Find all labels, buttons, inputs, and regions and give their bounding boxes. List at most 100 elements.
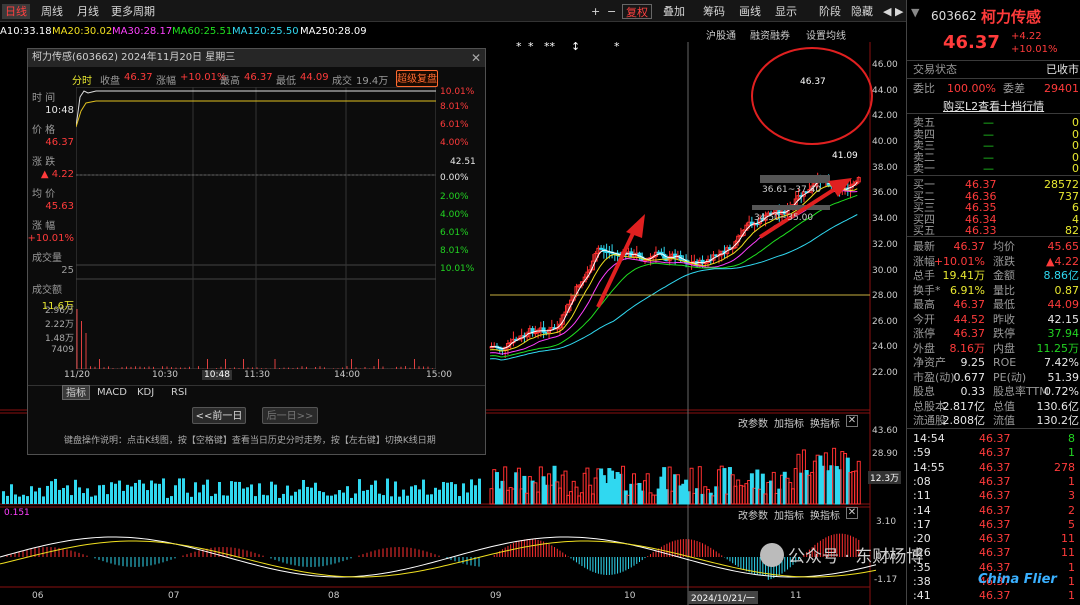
popup-tab-indicator[interactable]: 指标 bbox=[62, 385, 90, 400]
super-review-button[interactable]: 超级复盘 bbox=[396, 70, 438, 87]
popup-tab-rsi[interactable]: RSI bbox=[168, 385, 190, 400]
nav-arrows[interactable]: ◀ ▶ bbox=[880, 4, 906, 19]
stat-label: 最高 bbox=[913, 298, 935, 311]
intraday-popup[interactable]: 柯力传感(603662) 2024年11月20日 星期三 ✕ 分时 收盘 46.… bbox=[27, 48, 486, 455]
hsgt-label[interactable]: 沪股通 bbox=[706, 27, 736, 42]
price-tick: 28.00 bbox=[872, 291, 898, 301]
macd-close-icon[interactable]: ✕ bbox=[846, 507, 858, 519]
stat-value: ▲4.22 bbox=[1046, 254, 1079, 268]
volume-bar bbox=[82, 493, 85, 504]
tick-time: 14:54 bbox=[913, 432, 945, 445]
side-time: 10:48 bbox=[45, 105, 74, 116]
stock-name: 柯力传感 bbox=[981, 8, 1042, 26]
stat-label: PE(动) bbox=[993, 370, 1027, 384]
stat-label: 涨幅 bbox=[913, 254, 935, 268]
stock-code: 603662 bbox=[931, 9, 977, 23]
side-key: 时 间 bbox=[32, 93, 56, 104]
l2-link[interactable]: 购买L2查看十档行情 bbox=[943, 98, 1044, 114]
vol-edit-params[interactable]: 改参数 bbox=[738, 415, 768, 430]
volume-bar bbox=[10, 484, 13, 504]
ma120-label: MA120:25.50 bbox=[232, 26, 299, 37]
diff-label: 委差 bbox=[1003, 82, 1025, 95]
volume-bar bbox=[474, 485, 477, 504]
volume-bar bbox=[102, 484, 105, 504]
tab-more-periods[interactable]: 更多周期 bbox=[108, 4, 158, 19]
stat-value: 8.86亿 bbox=[1043, 269, 1080, 282]
tab-daily[interactable]: 日线 bbox=[2, 4, 30, 19]
tab-weekly[interactable]: 周线 bbox=[38, 4, 66, 19]
trend-arrow-1-head bbox=[626, 214, 645, 238]
side-key: 价 格 bbox=[32, 125, 56, 136]
collapse-icon[interactable]: ▼ bbox=[911, 6, 919, 19]
pct-base-price: 42.51 bbox=[450, 157, 476, 167]
macd-switch-indicator[interactable]: 换指标 bbox=[810, 507, 840, 522]
volume-bar bbox=[410, 486, 413, 504]
volume-panel-header: 改参数 加指标 换指标 ✕ bbox=[738, 415, 868, 430]
vol-switch-indicator[interactable]: 换指标 bbox=[810, 415, 840, 430]
side-key: 成交额 bbox=[32, 285, 62, 296]
overlay-button[interactable]: 叠加 bbox=[660, 4, 688, 19]
volume-bar bbox=[118, 480, 121, 504]
macd-panel-header: 改参数 加指标 换指标 ✕ bbox=[738, 507, 868, 522]
stat-value: 2.808亿 bbox=[942, 414, 986, 427]
stat-value: 45.65 bbox=[1047, 240, 1080, 253]
high-annotation: 46.37 bbox=[800, 77, 826, 87]
stat-value: 46.37 bbox=[953, 327, 986, 340]
stat-value: 11.25万 bbox=[1036, 341, 1080, 355]
zoom-out-button[interactable]: − bbox=[604, 4, 619, 19]
pct-tick: 4.00% bbox=[440, 210, 469, 220]
popup-close-icon[interactable]: ✕ bbox=[471, 51, 481, 65]
stat-label: 总手 bbox=[913, 269, 935, 282]
volume-bar bbox=[170, 496, 173, 504]
side-change: ▲ 4.22 bbox=[40, 169, 74, 180]
vol-close-icon[interactable]: ✕ bbox=[846, 415, 858, 427]
tick-price: 46.37 bbox=[979, 503, 1011, 517]
next-day-button[interactable]: 后一日>> bbox=[262, 407, 318, 424]
tick-volume: 1 bbox=[1068, 560, 1075, 574]
volume-bar bbox=[38, 487, 41, 504]
popup-percent-axis: 10.01% 8.01% 6.01% 4.00% 42.51 0.00% 2.0… bbox=[440, 87, 484, 277]
margin-label[interactable]: 融资融券 bbox=[750, 27, 790, 42]
info-key: 最低 bbox=[276, 76, 296, 87]
popup-tab-kdj[interactable]: KDJ bbox=[134, 385, 157, 400]
tick-volume: 1 bbox=[1068, 474, 1075, 488]
volume-bar bbox=[450, 482, 453, 504]
tab-monthly[interactable]: 月线 bbox=[74, 4, 102, 19]
volume-bar bbox=[338, 490, 341, 504]
stage-button[interactable]: 阶段 bbox=[816, 4, 844, 19]
tick-volume: 1 bbox=[1068, 446, 1075, 460]
hide-button[interactable]: 隐藏 bbox=[848, 4, 876, 19]
chips-button[interactable]: 筹码 bbox=[700, 4, 728, 19]
draw-line-button[interactable]: 画线 bbox=[736, 4, 764, 19]
volume-bar bbox=[130, 486, 133, 504]
volume-bar bbox=[302, 479, 305, 504]
stat-value: 51.39 bbox=[1047, 370, 1080, 384]
vol-add-indicator[interactable]: 加指标 bbox=[774, 415, 804, 430]
volume-bar bbox=[182, 478, 185, 504]
volume-bar bbox=[394, 481, 397, 504]
popup-tab-macd[interactable]: MACD bbox=[94, 385, 130, 400]
zoom-in-button[interactable]: + bbox=[588, 4, 603, 19]
tick-price: 46.37 bbox=[979, 446, 1011, 460]
volume-bar bbox=[214, 493, 217, 504]
macd-edit-params[interactable]: 改参数 bbox=[738, 507, 768, 522]
volume-bar bbox=[290, 495, 293, 504]
ma-line bbox=[489, 214, 858, 361]
volume-bar bbox=[158, 483, 161, 504]
adjust-button[interactable]: 复权 bbox=[622, 4, 652, 19]
intraday-chart[interactable] bbox=[76, 87, 436, 369]
stat-row: 总手 19.41万 金额 8.86亿 bbox=[913, 269, 1079, 282]
prev-day-button[interactable]: <<前一日 bbox=[192, 407, 246, 424]
set-ma-button[interactable]: 设置均线 bbox=[806, 27, 846, 42]
tick-time: :59 bbox=[913, 446, 931, 460]
volume-bar bbox=[362, 490, 365, 504]
macd-bars bbox=[0, 533, 877, 580]
macd-add-indicator[interactable]: 加指标 bbox=[774, 507, 804, 522]
stat-value: 8.16万 bbox=[949, 341, 986, 355]
display-button[interactable]: 显示 bbox=[772, 4, 800, 19]
tick-price: 46.37 bbox=[979, 546, 1011, 560]
volume-bar bbox=[422, 479, 425, 504]
volume-bar bbox=[406, 495, 409, 504]
vol-tick: 7409 bbox=[51, 345, 74, 355]
diff-value: 29401 bbox=[1044, 82, 1079, 95]
